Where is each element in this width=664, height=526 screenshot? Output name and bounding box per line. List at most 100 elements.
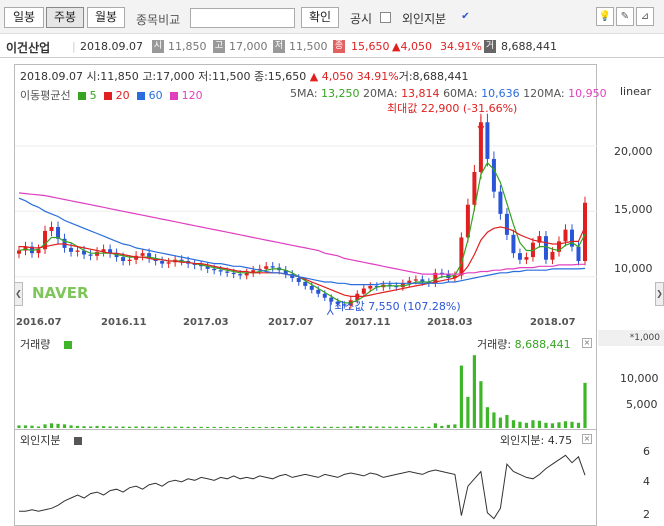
volume-bar [199, 426, 203, 428]
fr-tick-6: 6 [643, 445, 650, 458]
foreign-checkbox[interactable]: ✔ [460, 12, 471, 23]
candle-body [225, 271, 230, 273]
volume-bar [362, 426, 366, 428]
ma-values: 5MA: 13,250 20MA: 13,814 60MA: 10,636 12… [290, 87, 607, 100]
ohlc-high: 고:17,000 [142, 70, 195, 83]
volume-bar [511, 420, 516, 428]
ohlc-date: 2018.09.07 [20, 70, 83, 83]
volume-bar [446, 424, 450, 428]
volume-bar [388, 426, 392, 428]
daily-chart-button[interactable]: 일봉 [4, 7, 44, 28]
foreign-ownership-chart [19, 454, 586, 520]
monthly-chart-button[interactable]: 월봉 [87, 7, 125, 28]
volume-bar [88, 426, 93, 428]
candle-body [69, 247, 74, 252]
candle-body [127, 259, 132, 262]
info-high: 17,000 [229, 40, 268, 53]
candle-body [121, 257, 126, 262]
volume-bar [544, 422, 548, 428]
ma5-swatch [78, 92, 87, 100]
volume-bar [381, 426, 385, 428]
scale-toggle[interactable]: linear [620, 85, 651, 98]
volume-bar [49, 423, 54, 428]
volume-bar [342, 426, 346, 428]
volume-bar [154, 426, 158, 428]
scroll-right-arrow[interactable]: ❯ [655, 282, 664, 306]
confirm-button[interactable]: 확인 [301, 7, 339, 28]
open-badge: 시 [152, 40, 164, 53]
volume-bar [316, 426, 320, 428]
volume-bar [550, 423, 555, 428]
naver-watermark: NAVER [32, 284, 89, 302]
info-volume: 8,688,441 [501, 40, 557, 53]
volume-bar [186, 426, 190, 428]
max-annotation: 최대값 22,900 (-31.66%) [387, 102, 517, 115]
volume-close-icon[interactable]: × [582, 338, 592, 348]
ma20-line [19, 226, 586, 297]
info-close: 15,650 [351, 40, 390, 53]
candle-body [583, 202, 587, 262]
candle-body [524, 257, 529, 260]
volume-bar [459, 365, 463, 428]
high-badge: 고 [213, 40, 225, 53]
volume-bar [310, 426, 314, 428]
volume-bar [557, 422, 561, 428]
ma120-swatch [170, 92, 179, 100]
volume-bar [531, 420, 535, 428]
lightbulb-icon[interactable]: 💡 [596, 7, 614, 26]
volume-bar [245, 426, 249, 428]
volume-bar [121, 426, 125, 428]
candle-body [166, 262, 171, 264]
volume-bar [401, 426, 405, 428]
volume-bar [537, 420, 542, 428]
price-chart[interactable]: 최대값 22,900 (-31.66%) 최소값 7,550 (107.28%) N… [15, 100, 597, 316]
volume-bar [212, 426, 216, 428]
volume-bar [414, 426, 418, 428]
y-tick-20000: 20,000 [614, 145, 653, 158]
volume-bar [284, 426, 288, 428]
disclosure-checkbox[interactable] [380, 12, 391, 23]
volume-bar [505, 415, 509, 428]
vol-tick-10000: 10,000 [620, 372, 659, 385]
ohlc-volume: 거:8,688,441 [398, 70, 469, 83]
ohlc-open: 시:11,850 [86, 70, 139, 83]
volume-swatch [64, 341, 73, 349]
candle-body [322, 293, 327, 298]
panel-divider [14, 429, 597, 430]
foreign-close-icon[interactable]: × [582, 434, 592, 444]
x-tick-2017-07: 2017.07 [268, 317, 314, 328]
ruler-icon[interactable]: ⊿ [636, 7, 654, 26]
volume-bar [518, 421, 522, 428]
volume-bar [30, 425, 34, 428]
y-tick-10000: 10,000 [614, 262, 653, 275]
candle-body [368, 285, 373, 289]
divider: | [72, 40, 76, 53]
pencil-icon[interactable]: ✎ [616, 7, 634, 26]
volume-bar [114, 426, 119, 428]
candle-body [296, 278, 301, 282]
volume-bar [498, 417, 503, 428]
compare-input[interactable] [190, 8, 295, 28]
x-tick-2016-07: 2016.07 [16, 317, 62, 328]
candle-body [160, 261, 165, 264]
volume-bar [394, 426, 398, 428]
volume-bar [433, 423, 437, 428]
weekly-chart-button[interactable]: 주봉 [46, 7, 84, 28]
volume-bar [17, 425, 21, 428]
fr-tick-2: 2 [643, 508, 650, 521]
volume-bar [219, 426, 223, 428]
candle-body [95, 251, 100, 256]
x-tick-2017-11: 2017.11 [345, 317, 391, 328]
volume-bar [225, 426, 229, 428]
volume-chart [17, 355, 587, 428]
volume-bar [173, 426, 177, 428]
volume-bar [43, 424, 47, 428]
ma5-line [18, 161, 586, 304]
volume-bar [570, 421, 574, 428]
candle-body [17, 250, 21, 254]
volume-bar [232, 426, 236, 428]
volume-bar [303, 426, 307, 428]
candle-body [498, 191, 503, 214]
volume-bar [524, 422, 529, 428]
candle-body [49, 226, 54, 231]
